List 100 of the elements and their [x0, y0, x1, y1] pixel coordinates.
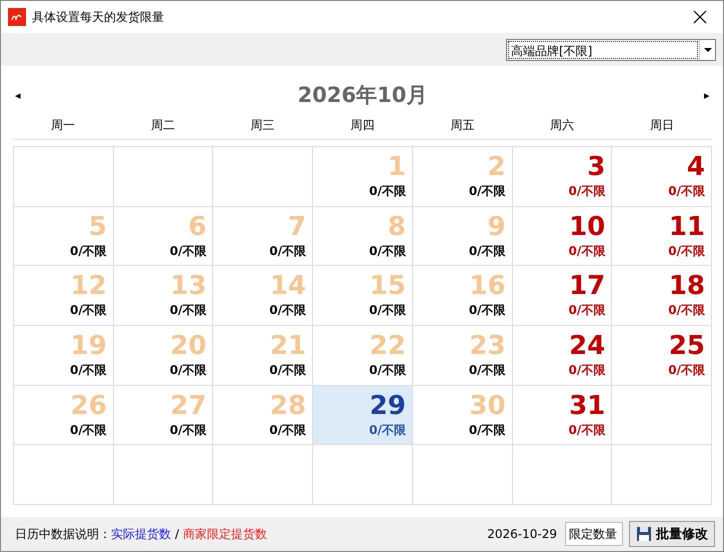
- day-quota: 0/不限: [369, 422, 406, 439]
- day-cell[interactable]: 24 0/不限: [512, 326, 612, 386]
- day-number: 26: [70, 390, 107, 422]
- day-number: 19: [70, 330, 107, 362]
- day-quota: 0/不限: [70, 302, 107, 320]
- month-title: 2026年10月: [298, 82, 428, 109]
- day-quota: 0/不限: [369, 242, 406, 260]
- day-cell[interactable]: 17 0/不限: [512, 266, 612, 326]
- day-cell[interactable]: 1 0/不限: [313, 147, 413, 207]
- day-cell[interactable]: 15 0/不限: [313, 266, 413, 326]
- day-cell[interactable]: 11 0/不限: [612, 206, 712, 266]
- day-cell[interactable]: 27 0/不限: [114, 386, 214, 446]
- caret-icon: [704, 48, 712, 52]
- day-number: 3: [587, 151, 606, 183]
- day-cell[interactable]: 26 0/不限: [14, 386, 114, 446]
- day-cell[interactable]: 12 0/不限: [14, 266, 114, 326]
- day-number: 11: [668, 210, 705, 243]
- day-cell[interactable]: 19 0/不限: [14, 326, 114, 386]
- day-quota: 0/不限: [668, 302, 705, 320]
- day-number: 1: [388, 151, 406, 183]
- day-quota: 0/不限: [568, 422, 606, 439]
- day-quota: 0/不限: [369, 183, 406, 200]
- day-quota: 0/不限: [668, 362, 705, 379]
- day-number: 24: [569, 330, 606, 362]
- day-quota: 0/不限: [170, 302, 206, 320]
- day-cell[interactable]: 9 0/不限: [412, 206, 513, 266]
- weekday-label: 周六: [549, 117, 576, 134]
- day-number: 15: [370, 270, 406, 302]
- day-number: 10: [569, 210, 606, 243]
- day-cell[interactable]: 20 0/不限: [114, 326, 214, 386]
- day-cell[interactable]: 7 0/不限: [213, 206, 314, 266]
- day-quota: 0/不限: [568, 183, 606, 200]
- weekday-label: 周日: [649, 117, 676, 134]
- day-number: 4: [686, 151, 705, 183]
- day-cell[interactable]: 25 0/不限: [612, 326, 712, 386]
- legend-limit: 商家限定提货数: [183, 526, 268, 542]
- day-cell[interactable]: 8 0/不限: [313, 206, 413, 266]
- day-cell[interactable]: 21 0/不限: [213, 326, 314, 386]
- weekday-label: 周二: [150, 117, 176, 134]
- day-cell[interactable]: 5 0/不限: [14, 206, 114, 266]
- day-quota: 0/不限: [70, 362, 107, 379]
- day-quota: 0/不限: [269, 242, 306, 260]
- day-quota: 0/不限: [70, 242, 107, 260]
- day-quota: 0/不限: [269, 422, 306, 439]
- day-number: 23: [469, 330, 506, 362]
- close-icon: [693, 10, 707, 24]
- day-cell[interactable]: 3 0/不限: [512, 147, 612, 207]
- day-cell[interactable]: 13 0/不限: [114, 266, 214, 326]
- window-title: 具体设置每天的发货限量: [32, 8, 165, 26]
- day-number: 12: [70, 270, 107, 302]
- selected-date: 2026-10-29: [487, 527, 557, 541]
- next-month-button[interactable]: ▸: [702, 88, 712, 102]
- day-cell[interactable]: 29 0/不限: [313, 386, 413, 446]
- day-quota: 0/不限: [170, 422, 206, 439]
- save-icon: [636, 526, 652, 542]
- day-quota: 0/不限: [369, 362, 406, 379]
- day-number: 21: [270, 330, 306, 362]
- day-number: 22: [370, 330, 406, 362]
- weekday-label: 周四: [349, 117, 376, 134]
- day-quota: 0/不限: [269, 362, 306, 379]
- brand-select[interactable]: 高端品牌[不限]: [506, 38, 716, 60]
- day-quota: 0/不限: [269, 302, 306, 320]
- day-cell[interactable]: 31 0/不限: [512, 386, 612, 446]
- day-number: 2: [487, 151, 506, 183]
- day-number: 20: [170, 330, 206, 362]
- day-cell[interactable]: 2 0/不限: [412, 147, 513, 207]
- day-number: 25: [668, 330, 705, 362]
- day-cell[interactable]: 22 0/不限: [313, 326, 413, 386]
- day-quota: 0/不限: [170, 242, 206, 260]
- day-number: 5: [88, 210, 107, 243]
- day-cell[interactable]: 30 0/不限: [412, 386, 513, 446]
- day-number: 28: [270, 390, 306, 422]
- day-number: 13: [170, 270, 206, 302]
- day-number: 27: [170, 390, 206, 422]
- day-quota: 0/不限: [70, 422, 107, 439]
- previous-month-button[interactable]: ◂: [13, 88, 23, 102]
- day-cell[interactable]: 16 0/不限: [412, 266, 513, 326]
- day-number: 16: [469, 270, 506, 302]
- app-logo-icon: [8, 8, 26, 26]
- legend-label: 日历中数据说明：: [15, 526, 111, 542]
- limit-field[interactable]: 限定数量: [565, 522, 623, 546]
- day-quota: 0/不限: [468, 242, 506, 260]
- day-number: 8: [388, 210, 406, 243]
- day-quota: 0/不限: [468, 183, 506, 200]
- day-cell[interactable]: 14 0/不限: [213, 266, 314, 326]
- day-cell[interactable]: 28 0/不限: [213, 386, 314, 446]
- day-quota: 0/不限: [568, 362, 606, 379]
- day-number: 14: [270, 270, 306, 302]
- day-number: 18: [668, 270, 705, 302]
- day-cell[interactable]: 10 0/不限: [512, 206, 612, 266]
- day-quota: 0/不限: [468, 422, 506, 439]
- day-number: 9: [487, 210, 506, 243]
- day-cell[interactable]: 23 0/不限: [412, 326, 513, 386]
- day-quota: 0/不限: [468, 362, 506, 379]
- day-cell[interactable]: 4 0/不限: [612, 147, 712, 207]
- day-number: 29: [370, 390, 406, 422]
- day-quota: 0/不限: [170, 362, 206, 379]
- batch-edit-button[interactable]: 批量修改: [629, 521, 715, 547]
- day-cell[interactable]: 6 0/不限: [114, 206, 214, 266]
- day-cell[interactable]: 18 0/不限: [612, 266, 712, 326]
